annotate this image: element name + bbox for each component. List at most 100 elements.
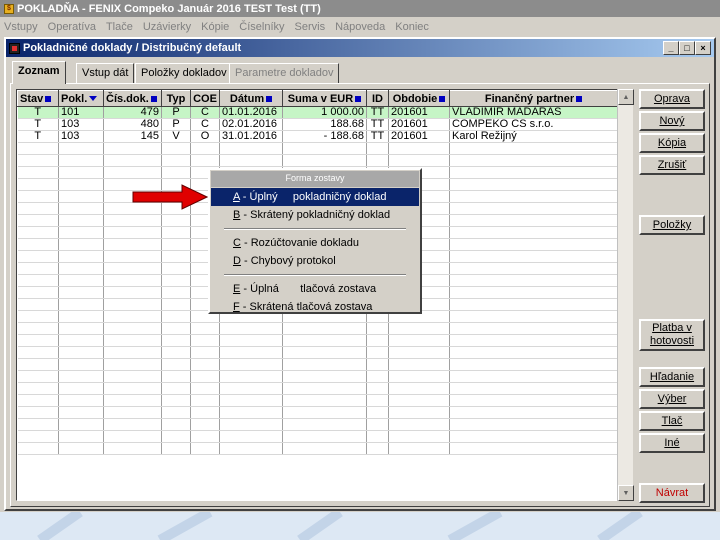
- menu-operativa[interactable]: Operatíva: [48, 21, 96, 33]
- col-label-suma: Suma v EUR: [287, 92, 354, 105]
- col-header-obdobie[interactable]: Obdobie: [388, 90, 450, 107]
- popup-item-a[interactable]: A - Úplný pokladničný doklad: [211, 188, 419, 206]
- empty-cell: [219, 142, 283, 155]
- novy-button[interactable]: Nový: [639, 111, 705, 131]
- empty-row: [17, 154, 618, 167]
- maximize-button[interactable]: □: [679, 41, 695, 55]
- empty-cell: [449, 298, 618, 311]
- cell-datum: 01.01.2016: [219, 106, 283, 119]
- window-icon: [9, 42, 20, 54]
- cell-datum: 31.01.2016: [219, 130, 283, 143]
- empty-cell: [58, 346, 104, 359]
- hladanie-button[interactable]: Hľadanie: [639, 367, 705, 387]
- popup-title: Forma zostavy: [211, 171, 419, 187]
- empty-cell: [103, 406, 162, 419]
- polozky-button[interactable]: Položky: [639, 215, 705, 235]
- empty-cell: [161, 370, 191, 383]
- report-form-popup: Forma zostavy A - Úplný pokladničný dokl…: [208, 168, 422, 314]
- empty-cell: [190, 382, 220, 395]
- col-header-datum[interactable]: Dátum: [219, 90, 283, 107]
- menu-koniec[interactable]: Koniec: [395, 21, 429, 33]
- minimize-button[interactable]: _: [663, 41, 679, 55]
- oprava-button[interactable]: Oprava: [639, 89, 705, 109]
- empty-cell: [190, 394, 220, 407]
- ine-button[interactable]: Iné: [639, 433, 705, 453]
- tab-zoznam[interactable]: Zoznam: [12, 61, 66, 84]
- col-header-suma[interactable]: Suma v EUR: [282, 90, 367, 107]
- col-label-typ: Typ: [166, 92, 186, 105]
- empty-cell: [282, 442, 367, 455]
- scroll-up-icon[interactable]: ▲: [618, 89, 634, 105]
- col-header-partner[interactable]: Finančný partner: [449, 90, 618, 107]
- menu-vstupy[interactable]: Vstupy: [4, 21, 38, 33]
- cell-typ: V: [161, 130, 191, 143]
- table-row[interactable]: T 103 480 P C 02.01.2016 188.68 TT 20160…: [17, 118, 618, 131]
- empty-cell: [282, 142, 367, 155]
- cell-stav: T: [17, 118, 59, 131]
- watermark-shapes: [37, 512, 643, 540]
- col-header-cis-dok[interactable]: Čís.dok.: [103, 90, 162, 107]
- menu-kopie[interactable]: Kópie: [201, 21, 229, 33]
- empty-cell: [17, 202, 59, 215]
- tlac-button[interactable]: Tlač: [639, 411, 705, 431]
- kopia-button[interactable]: Kópia: [639, 133, 705, 153]
- tab-vstup-dat[interactable]: Vstup dát: [76, 63, 135, 83]
- empty-cell: [449, 370, 618, 383]
- menu-napoveda[interactable]: Nápoveda: [335, 21, 385, 33]
- empty-cell: [219, 394, 283, 407]
- popup-item-d[interactable]: D - Chybový protokol: [211, 252, 419, 270]
- empty-cell: [58, 298, 104, 311]
- empty-cell: [58, 226, 104, 239]
- empty-cell: [366, 394, 389, 407]
- popup-item-c[interactable]: C - Rozúčtovanie dokladu: [211, 234, 419, 252]
- empty-cell: [17, 262, 59, 275]
- empty-cell: [190, 154, 220, 167]
- empty-cell: [103, 298, 162, 311]
- tab-polozky-dokladov[interactable]: Položky dokladov: [135, 63, 233, 83]
- empty-cell: [388, 418, 450, 431]
- empty-cell: [449, 142, 618, 155]
- navrat-button[interactable]: Návrat: [639, 483, 705, 503]
- popup-item-b[interactable]: B - Skrátený pokladničný doklad: [211, 206, 419, 224]
- popup-item-text: - Úplný pokladničný doklad: [239, 191, 387, 203]
- cell-pokl: 101: [58, 106, 104, 119]
- empty-cell: [161, 382, 191, 395]
- zrusit-button[interactable]: Zrušiť: [639, 155, 705, 175]
- platba-v-hotovosti-button[interactable]: Platba v hotovosti: [639, 319, 705, 351]
- col-header-typ[interactable]: Typ: [161, 90, 191, 107]
- empty-cell: [219, 418, 283, 431]
- empty-cell: [282, 370, 367, 383]
- table-row[interactable]: T 103 145 V O 31.01.2016 - 188.68 TT 201…: [17, 130, 618, 143]
- empty-cell: [219, 358, 283, 371]
- cell-stav: T: [17, 106, 59, 119]
- col-header-pokl[interactable]: Pokl.: [58, 90, 104, 107]
- grid-scrollbar[interactable]: ▲ ▼: [617, 89, 634, 501]
- vyber-button[interactable]: Výber: [639, 389, 705, 409]
- col-label-pokl: Pokl.: [61, 92, 88, 105]
- menu-servis[interactable]: Servis: [295, 21, 326, 33]
- empty-cell: [161, 166, 191, 179]
- popup-item-e[interactable]: E - Úplná tlačová zostava: [211, 280, 419, 298]
- menu-ciselniky[interactable]: Číselníky: [239, 21, 284, 33]
- empty-cell: [17, 322, 59, 335]
- table-row[interactable]: T 101 479 P C 01.01.2016 1 000.00 TT 201…: [17, 106, 618, 119]
- popup-item-text: - Chybový protokol: [240, 255, 336, 267]
- scroll-down-icon[interactable]: ▼: [618, 485, 634, 501]
- sort-desc-icon: [89, 96, 98, 102]
- cell-id: TT: [366, 130, 389, 143]
- menu-uzavierky[interactable]: Uzávierky: [143, 21, 191, 33]
- empty-cell: [449, 430, 618, 443]
- empty-cell: [388, 406, 450, 419]
- close-button[interactable]: ×: [695, 41, 711, 55]
- empty-cell: [190, 346, 220, 359]
- menu-tlace[interactable]: Tlače: [106, 21, 133, 33]
- col-label-partner: Finančný partner: [484, 92, 575, 105]
- empty-cell: [17, 442, 59, 455]
- col-header-stav[interactable]: Stav: [17, 90, 59, 107]
- popup-item-key: A: [233, 191, 240, 203]
- col-header-id[interactable]: ID: [366, 90, 389, 107]
- empty-cell: [58, 274, 104, 287]
- popup-item-f[interactable]: F - Skrátená tlačová zostava: [211, 298, 419, 316]
- empty-cell: [449, 250, 618, 263]
- col-header-coe[interactable]: COE: [190, 90, 220, 107]
